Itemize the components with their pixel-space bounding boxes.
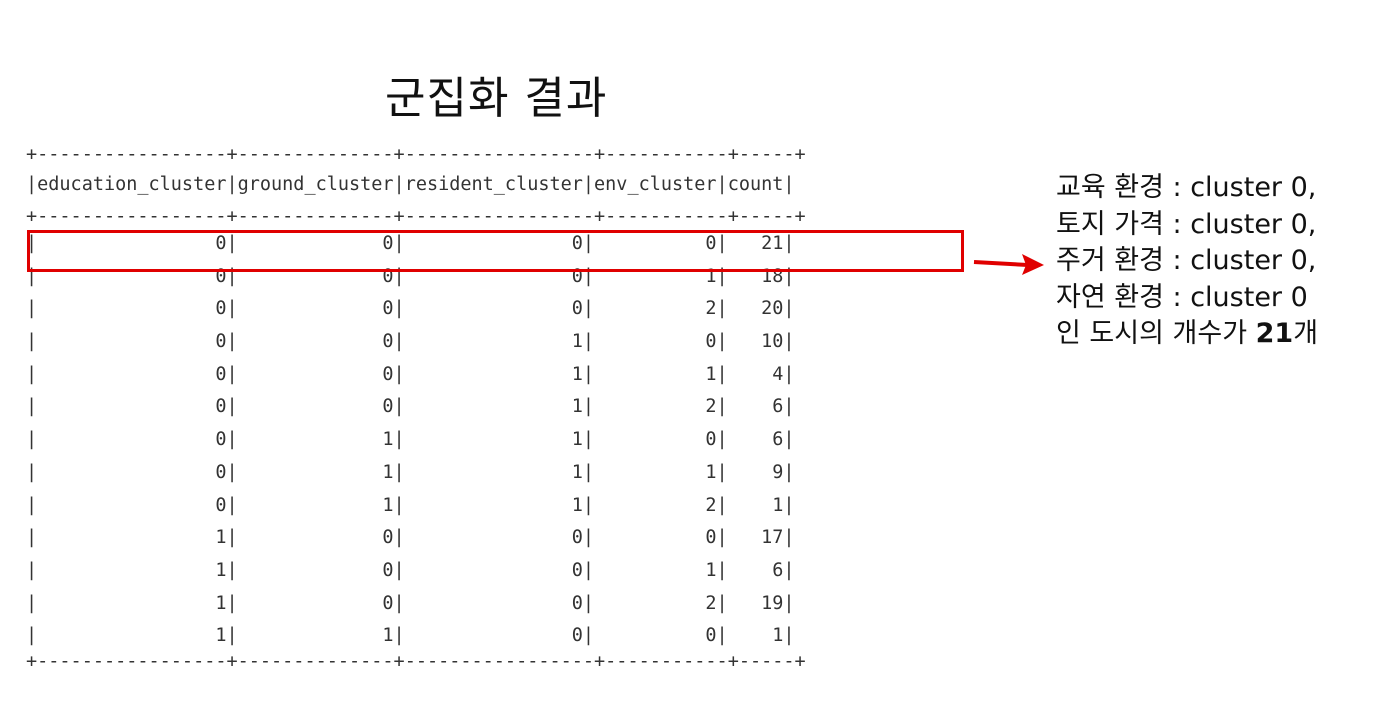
- table-row: | 1| 0| 0| 1| 6|: [26, 559, 795, 581]
- table-row: | 1| 0| 0| 2| 19|: [26, 592, 795, 614]
- table-body: | 0| 0| 0| 0| 21| | 0| 0| 0| 1| 18| | 0| 0…: [26, 228, 806, 653]
- table-row: | 0| 0| 0| 2| 20|: [26, 298, 795, 320]
- table-row: | 0| 1| 1| 1| 9|: [26, 461, 795, 483]
- annotation-line-resident: 주거 환경 : cluster 0,: [1056, 245, 1317, 276]
- annotation-count-suffix: 개: [1293, 318, 1319, 349]
- table-row: | 0| 1| 1| 2| 1|: [26, 494, 795, 516]
- arrow-right-icon: [973, 254, 1044, 275]
- annotation-count-value: 21: [1255, 318, 1294, 349]
- cluster-result-table: +-----------------+--------------+------…: [26, 144, 806, 672]
- table-row: | 0| 0| 1| 2| 6|: [26, 396, 795, 418]
- table-row: | 0| 0| 1| 0| 10|: [26, 331, 795, 353]
- table-row: | 1| 1| 0| 0| 1|: [26, 625, 795, 647]
- first-row-highlight-box: [27, 230, 964, 272]
- page-title: 군집화 결과: [385, 73, 608, 124]
- annotation-count-prefix: 인 도시의 개수가: [1056, 318, 1256, 349]
- annotation-text: 교육 환경 : cluster 0, 토지 가격 : cluster 0, 주거…: [1056, 170, 1318, 353]
- table-row: | 0| 0| 1| 1| 4|: [26, 363, 795, 385]
- table-row: | 0| 1| 1| 0| 6|: [26, 429, 795, 451]
- table-header-row: |education_cluster|ground_cluster|reside…: [26, 174, 795, 195]
- annotation-line-ground: 토지 가격 : cluster 0,: [1056, 208, 1317, 240]
- annotation-line-count: 인 도시의 개수가 21개: [1056, 316, 1318, 353]
- table-row: | 1| 0| 0| 0| 17|: [26, 527, 795, 549]
- table-header-border: +-----------------+--------------+------…: [26, 206, 806, 227]
- annotation-line-env: 자연 환경 : cluster 0: [1056, 281, 1308, 313]
- table-bottom-border: +-----------------+--------------+------…: [26, 650, 806, 672]
- table-top-border: +-----------------+--------------+------…: [26, 144, 806, 165]
- annotation-line-education: 교육 환경 : cluster 0,: [1056, 172, 1317, 203]
